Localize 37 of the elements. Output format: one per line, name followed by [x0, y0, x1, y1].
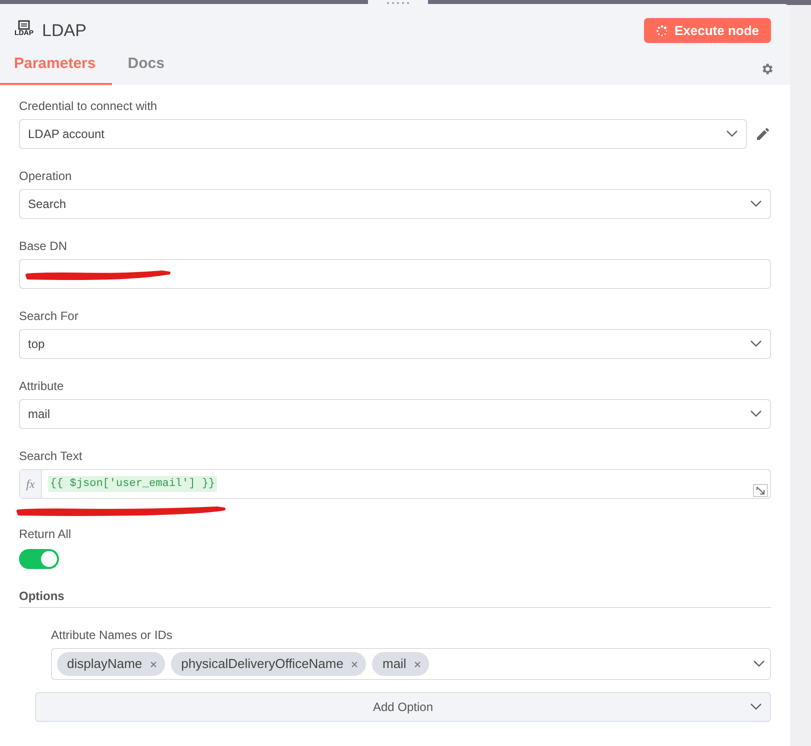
grip-icon	[386, 1, 410, 5]
field-label: Attribute	[19, 378, 65, 395]
select-field[interactable]: mail	[19, 399, 771, 429]
expression-prefix: fx	[20, 470, 42, 498]
chevron-down-icon	[750, 410, 762, 418]
expression-value: {{ $json['user_email'] }}	[48, 476, 218, 492]
node-title: LDAP	[42, 20, 86, 42]
field-label: Attribute Names or IDs	[51, 627, 174, 644]
select-field[interactable]: LDAP account	[19, 119, 747, 149]
tag-chip[interactable]: displayName	[57, 652, 166, 676]
drag-handle[interactable]	[368, 0, 428, 6]
settings-icon[interactable]	[760, 62, 774, 76]
tag-chip[interactable]: mail	[372, 652, 430, 676]
select-field[interactable]: top	[19, 329, 771, 359]
field-label: Credential to connect with	[19, 98, 158, 115]
toggle-switch[interactable]	[19, 549, 59, 569]
chevron-down-icon	[726, 130, 738, 138]
remove-icon[interactable]	[351, 660, 358, 668]
remove-icon[interactable]	[414, 660, 422, 668]
field-label: Operation	[19, 168, 73, 185]
field-label: Search For	[19, 308, 80, 325]
select-field[interactable]: Search	[19, 189, 771, 219]
add-option-button[interactable]: Add Option	[35, 692, 771, 722]
edit-icon[interactable]	[755, 126, 771, 142]
field-label: Search Text	[19, 448, 84, 465]
chevron-down-icon	[750, 703, 762, 711]
chevron-down-icon	[753, 660, 765, 668]
chevron-down-icon	[750, 340, 762, 348]
field-label: Return All	[19, 526, 72, 543]
chevron-down-icon	[750, 200, 762, 208]
remove-icon[interactable]	[150, 660, 158, 668]
section-title: Options	[19, 587, 771, 608]
multi-select-field[interactable]: displayName physicalDeliveryOfficeName mail	[51, 648, 771, 680]
tag-chip[interactable]: physicalDeliveryOfficeName	[171, 652, 366, 676]
field-label: Base DN	[19, 238, 68, 255]
expand-icon[interactable]	[753, 484, 768, 497]
text-field[interactable]	[19, 259, 771, 289]
